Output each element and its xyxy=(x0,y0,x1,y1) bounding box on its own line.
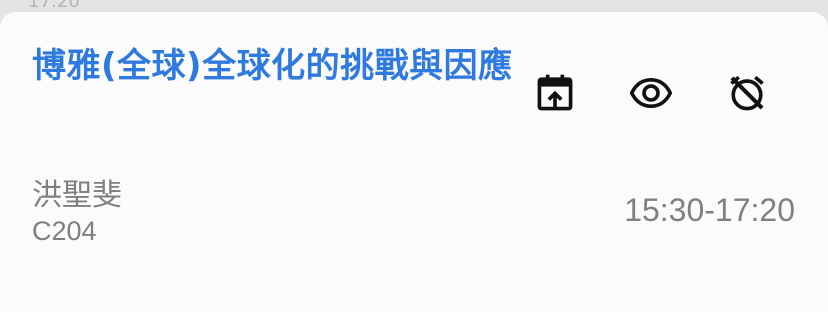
add-to-calendar-button[interactable] xyxy=(530,68,580,118)
eye-icon xyxy=(629,77,673,109)
class-time: 15:30-17:20 xyxy=(624,192,795,228)
course-card[interactable]: 博雅(全球)全球化的挑戰與因應 洪聖斐 C204 15:30-17:20 xyxy=(0,12,828,312)
course-title: 博雅(全球)全球化的挑戰與因應 xyxy=(32,46,513,86)
view-button[interactable] xyxy=(626,68,676,118)
alarm-off-icon xyxy=(730,75,764,111)
room-number: C204 xyxy=(32,216,97,246)
calendar-export-icon xyxy=(537,74,573,111)
alarm-off-button[interactable] xyxy=(722,68,772,118)
status-time-fragment: 17:20 xyxy=(28,0,80,12)
teacher-name: 洪聖斐 xyxy=(32,178,122,213)
card-actions xyxy=(530,68,772,118)
